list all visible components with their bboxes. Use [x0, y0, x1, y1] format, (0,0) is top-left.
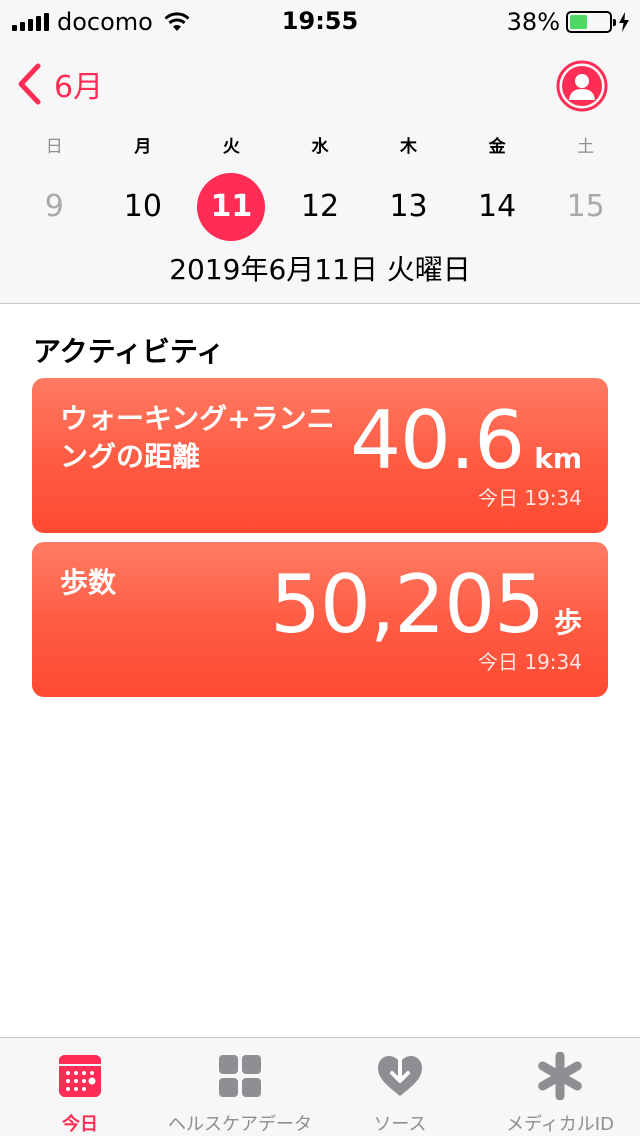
card-unit: km [534, 442, 582, 475]
tab-label: ヘルスケアデータ [168, 1114, 312, 1135]
tab-medical-id[interactable]: メディカルID [480, 1038, 640, 1136]
tab-label: 今日 [62, 1114, 98, 1135]
section-title: アクティビティ [33, 335, 225, 368]
day-cell[interactable]: 15 [541, 175, 630, 239]
card-value: 50,205 歩 [270, 558, 582, 651]
weekday-label: 木 [400, 137, 418, 157]
tab-today[interactable]: 今日 [0, 1038, 160, 1136]
battery-percent: 38% [506, 8, 560, 36]
asterisk-icon [538, 1052, 582, 1100]
card-value: 40.6 km [350, 394, 582, 487]
weekday-row: 日 月 火 水 木 金 土 [10, 132, 630, 157]
day-cell[interactable]: 12 [276, 175, 365, 239]
day-cell[interactable]: 14 [453, 175, 542, 239]
weekday-label: 水 [311, 137, 329, 157]
weekday-label: 火 [222, 137, 240, 157]
day-row: 9 10 11 12 13 14 15 [10, 173, 630, 241]
weekday-label: 月 [134, 137, 152, 157]
card-label: ウォーキング+ランニングの距離 [60, 402, 335, 473]
card-number: 40.6 [350, 394, 525, 487]
status-right: 38% [507, 8, 630, 36]
distance-card[interactable]: ウォーキング+ランニングの距離 40.6 km 今日 19:34 [32, 378, 608, 533]
battery-icon [566, 11, 616, 33]
charging-icon [619, 12, 629, 32]
card-number: 50,205 [270, 558, 545, 651]
selected-date-label: 2019年6月11日 火曜日 [169, 253, 471, 286]
status-bar: docomo 19:55 38% [0, 0, 640, 40]
weekday-label: 土 [577, 137, 595, 157]
card-timestamp: 今日 19:34 [478, 650, 582, 674]
day-cell[interactable]: 10 [99, 175, 188, 239]
tab-sources[interactable]: ソース [320, 1038, 480, 1136]
day-cell[interactable]: 13 [364, 175, 453, 239]
back-button[interactable]: 6月 [16, 62, 103, 106]
chevron-left-icon [18, 63, 41, 105]
weekday-label: 金 [488, 137, 506, 157]
selected-day-label: 11 [197, 173, 266, 241]
card-timestamp: 今日 19:34 [478, 486, 582, 510]
profile-icon[interactable] [556, 60, 608, 112]
tab-bar: 今日 ヘルスケアデータ ソース メディカルID [0, 1037, 640, 1136]
grid-icon [219, 1055, 261, 1097]
tab-label: メディカルID [506, 1114, 614, 1135]
heart-download-icon [378, 1056, 422, 1096]
back-label: 6月 [54, 70, 104, 105]
tab-label: ソース [373, 1114, 427, 1135]
day-cell[interactable]: 9 [10, 175, 99, 239]
day-cell-selected[interactable]: 11 [187, 173, 276, 241]
card-unit: 歩 [553, 606, 582, 639]
weekday-label: 日 [45, 137, 63, 157]
calendar-icon [59, 1055, 101, 1097]
tab-health-data[interactable]: ヘルスケアデータ [160, 1038, 320, 1136]
date-header: 6月 日 月 火 水 木 金 土 9 10 11 12 13 14 15 201… [0, 40, 640, 304]
steps-card[interactable]: 歩数 50,205 歩 今日 19:34 [32, 542, 608, 697]
